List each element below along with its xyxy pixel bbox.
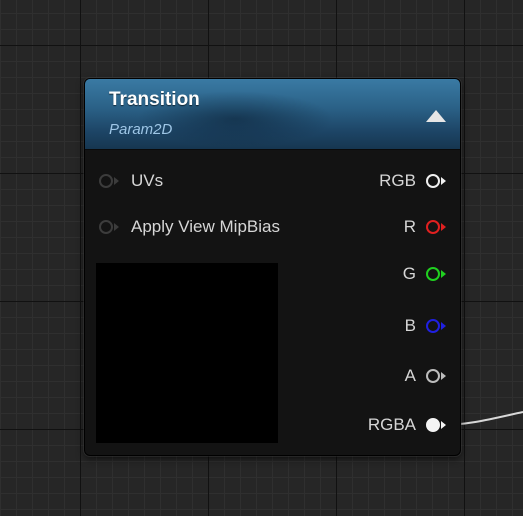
- pin-label: UVs: [131, 171, 164, 190]
- output-pin-r[interactable]: R: [404, 215, 446, 239]
- pin-label: RGBA: [367, 415, 416, 434]
- pin-label: RGB: [379, 171, 416, 190]
- pin-label: Apply View MipBias: [131, 217, 280, 236]
- triangle-up-icon[interactable]: [426, 110, 446, 122]
- input-pin-uvs[interactable]: UVs: [99, 169, 163, 193]
- output-pin-rgb[interactable]: RGB: [379, 169, 446, 193]
- pin-label: B: [404, 316, 416, 335]
- pin-label: G: [402, 264, 416, 283]
- output-pin-rgba[interactable]: RGBA: [368, 413, 446, 437]
- pin-icon[interactable]: [426, 418, 446, 432]
- input-pin-apply-view-mipbias[interactable]: Apply View MipBias: [99, 215, 280, 239]
- pin-icon[interactable]: [426, 174, 446, 188]
- texture-preview: [96, 263, 278, 443]
- pin-icon[interactable]: [426, 267, 446, 281]
- output-pin-g[interactable]: G: [403, 262, 446, 286]
- output-pin-a[interactable]: A: [405, 364, 446, 388]
- node-header[interactable]: Transition Param2D: [85, 79, 460, 150]
- output-pin-b[interactable]: B: [405, 314, 446, 338]
- node-title: Transition: [109, 89, 200, 110]
- pin-label: A: [404, 366, 416, 385]
- pin-label: R: [403, 217, 416, 236]
- node-subtitle: Param2D: [109, 121, 173, 138]
- pin-icon[interactable]: [99, 174, 119, 188]
- pin-icon[interactable]: [426, 319, 446, 333]
- pin-icon[interactable]: [426, 220, 446, 234]
- pin-icon[interactable]: [99, 220, 119, 234]
- material-expression-node[interactable]: Transition Param2D UVs Apply View MipBia…: [84, 78, 461, 456]
- pin-icon[interactable]: [426, 369, 446, 383]
